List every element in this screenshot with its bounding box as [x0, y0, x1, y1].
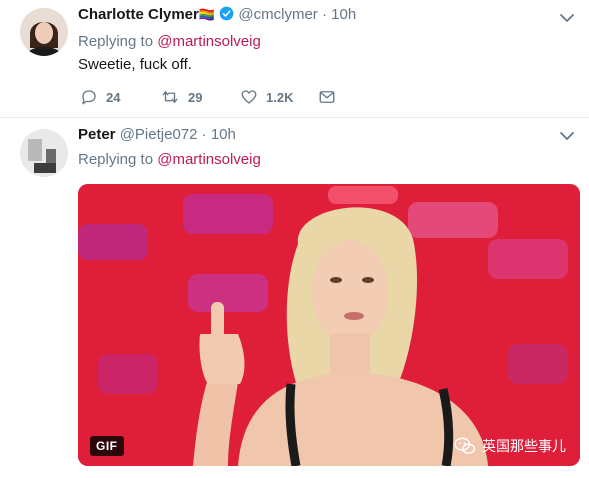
- mention-link[interactable]: @martinsolveig: [157, 151, 261, 168]
- replying-to-label: Replying to: [78, 151, 154, 168]
- tweet-header: Charlotte Clymer🏳️‍🌈 @cmclymer · 10h: [78, 6, 356, 23]
- reply-icon: [82, 90, 96, 105]
- avatar-image: [20, 129, 68, 177]
- replying-to: Replying to @martinsolveig: [78, 33, 261, 50]
- tweet-charlotte-clymer[interactable]: Charlotte Clymer🏳️‍🌈 @cmclymer · 10h Rep…: [0, 0, 589, 117]
- separator-dot: ·: [201, 126, 207, 143]
- reply-count: 24: [106, 89, 121, 105]
- wechat-icon: [454, 437, 476, 454]
- avatar[interactable]: [20, 8, 68, 56]
- display-name[interactable]: Charlotte Clymer: [78, 6, 199, 23]
- retweet-count: 29: [188, 89, 203, 105]
- retweet-icon: [162, 91, 178, 103]
- like-count: 1.2K: [266, 89, 294, 105]
- timestamp[interactable]: 10h: [331, 6, 356, 23]
- avatar[interactable]: [20, 129, 68, 177]
- like-icon: [241, 90, 257, 104]
- display-name[interactable]: Peter: [78, 126, 116, 143]
- replying-to: Replying to @martinsolveig: [78, 151, 261, 168]
- chevron-down-icon[interactable]: [559, 10, 575, 26]
- reply-button[interactable]: 24: [80, 87, 120, 107]
- tweet-peter[interactable]: Peter @Pietje072 · 10h Replying to @mart…: [0, 118, 589, 478]
- mention-link[interactable]: @martinsolveig: [157, 33, 261, 50]
- verified-badge-icon: [219, 6, 234, 21]
- chevron-down-icon[interactable]: [559, 128, 575, 144]
- gif-media[interactable]: GIF 英国那些事儿: [78, 184, 580, 466]
- replying-to-label: Replying to: [78, 33, 154, 50]
- gif-badge: GIF: [90, 436, 124, 456]
- watermark-text: 英国那些事儿: [482, 438, 566, 454]
- tweet-header: Peter @Pietje072 · 10h: [78, 126, 236, 143]
- timestamp[interactable]: 10h: [211, 126, 236, 143]
- like-button[interactable]: 1.2K: [240, 87, 293, 107]
- tweet-text: Sweetie, fuck off.: [78, 56, 192, 73]
- rainbow-flag-emoji: 🏳️‍🌈: [198, 7, 216, 22]
- handle[interactable]: @Pietje072: [120, 126, 198, 143]
- direct-message-icon: [319, 91, 335, 103]
- avatar-image: [20, 8, 68, 56]
- handle[interactable]: @cmclymer: [238, 6, 317, 23]
- separator-dot: ·: [321, 6, 327, 23]
- gif-frame-image: [78, 184, 580, 466]
- retweet-button[interactable]: 29: [160, 87, 202, 107]
- direct-message-button[interactable]: [318, 87, 336, 107]
- tweet-actions: 24 29 1.2K: [80, 87, 380, 107]
- watermark: 英国那些事儿: [454, 436, 566, 456]
